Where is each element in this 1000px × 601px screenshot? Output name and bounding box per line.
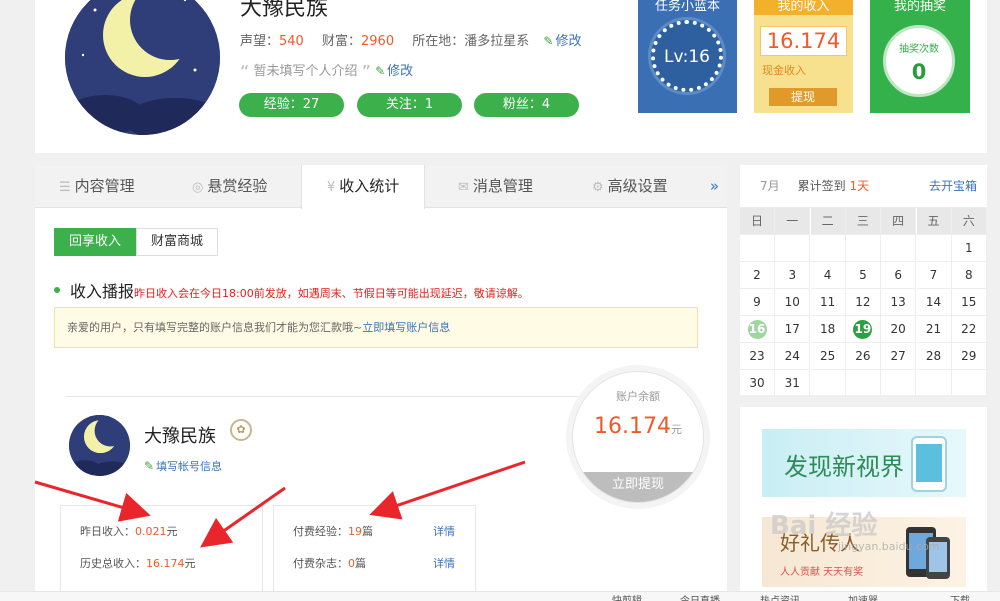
calendar-empty-cell — [810, 370, 846, 397]
calendar-empty-cell — [881, 370, 917, 397]
weekday-header: 一 — [775, 208, 811, 235]
calendar-empty-cell — [845, 235, 881, 262]
calendar-day[interactable]: 10 — [775, 289, 811, 316]
calendar-empty-cell — [845, 370, 881, 397]
calendar-day[interactable]: 5 — [845, 262, 881, 289]
calendar-day[interactable]: 3 — [775, 262, 811, 289]
calendar-day[interactable]: 6 — [881, 262, 917, 289]
calendar-day[interactable]: 14 — [916, 289, 952, 316]
weekday-header: 五 — [916, 208, 952, 235]
calendar-day[interactable]: 19 — [845, 316, 881, 343]
calendar-day[interactable]: 23 — [740, 343, 775, 370]
calendar-day[interactable]: 22 — [951, 316, 987, 343]
ad-banner-discover[interactable]: 发现新视界 — [762, 429, 966, 497]
calendar-empty-cell — [951, 370, 987, 397]
calendar-empty-cell — [881, 235, 917, 262]
calendar-day[interactable]: 27 — [881, 343, 917, 370]
calendar-empty-cell — [810, 235, 846, 262]
calendar-day[interactable]: 25 — [810, 343, 846, 370]
calendar-day[interactable]: 9 — [740, 289, 775, 316]
calendar-day[interactable]: 29 — [951, 343, 987, 370]
calendar-day[interactable]: 18 — [810, 316, 846, 343]
taskbar-item[interactable]: 下载 — [950, 592, 970, 601]
arrow-to-total-income — [200, 486, 286, 548]
calendar-empty-cell — [916, 235, 952, 262]
calendar-day[interactable]: 16 — [740, 316, 775, 343]
weekday-header: 二 — [810, 208, 846, 235]
calendar-day[interactable]: 31 — [775, 370, 811, 397]
calendar-header: 7月 累计签到 1天 去开宝箱 — [740, 165, 987, 208]
arrow-to-yesterday-income — [34, 480, 151, 522]
weekday-header: 日 — [740, 208, 775, 235]
calendar-day[interactable]: 4 — [810, 262, 846, 289]
checkin-mark: 19 — [853, 320, 873, 339]
taskbar: 快剪辑 今日直播 热点资讯 加速器 下载 — [0, 591, 1000, 601]
calendar-day[interactable]: 1 — [951, 235, 987, 262]
calendar-day[interactable]: 24 — [775, 343, 811, 370]
calendar-day[interactable]: 28 — [916, 343, 952, 370]
calendar-month: 7月 — [760, 179, 780, 193]
ad-panel: 发现新视界 好礼传人 人人贡献 天天有奖 — [740, 407, 987, 601]
weekday-header: 三 — [845, 208, 881, 235]
taskbar-item[interactable]: 加速器 — [848, 592, 878, 601]
checkin-mark: 16 — [747, 320, 767, 339]
ad-banner-gifts-sub: 人人贡献 天天有奖 — [780, 567, 864, 578]
weekday-header: 四 — [881, 208, 917, 235]
calendar-empty-cell — [775, 235, 811, 262]
calendar-day[interactable]: 13 — [881, 289, 917, 316]
calendar-day[interactable]: 20 — [881, 316, 917, 343]
arrow-to-paid-experience — [369, 460, 526, 520]
taskbar-item[interactable]: 快剪辑 — [612, 592, 642, 601]
ad-banner-discover-text: 发现新视界 — [784, 453, 904, 481]
calendar-day[interactable]: 8 — [951, 262, 987, 289]
calendar-day[interactable]: 17 — [775, 316, 811, 343]
calendar-day[interactable]: 2 — [740, 262, 775, 289]
taskbar-item[interactable]: 今日直播 — [680, 592, 720, 601]
calendar-day[interactable]: 21 — [916, 316, 952, 343]
weekday-header: 六 — [951, 208, 987, 235]
checkin-calendar: 7月 累计签到 1天 去开宝箱 日一二三四五六 1 2 3 4 5 6 7 8 9 10 11 12 13 1… — [740, 165, 987, 397]
taskbar-item[interactable]: 热点资讯 — [760, 592, 800, 601]
calendar-day[interactable]: 15 — [951, 289, 987, 316]
calendar-day[interactable]: 12 — [845, 289, 881, 316]
calendar-empty-cell — [916, 370, 952, 397]
open-treasure-link[interactable]: 去开宝箱 — [929, 165, 977, 208]
watermark-url: jingyan.baidu.com — [838, 540, 940, 553]
checkin-days: 1天 — [849, 179, 870, 193]
calendar-day[interactable]: 11 — [810, 289, 846, 316]
calendar-empty-cell — [740, 235, 775, 262]
phone-icon — [906, 527, 950, 579]
calendar-day[interactable]: 30 — [740, 370, 775, 397]
calendar-day[interactable]: 26 — [845, 343, 881, 370]
watermark-logo: Bai 经验 — [770, 511, 878, 541]
phone-icon — [911, 436, 947, 492]
calendar-day[interactable]: 7 — [916, 262, 952, 289]
checkin-label: 累计签到 — [797, 179, 846, 193]
